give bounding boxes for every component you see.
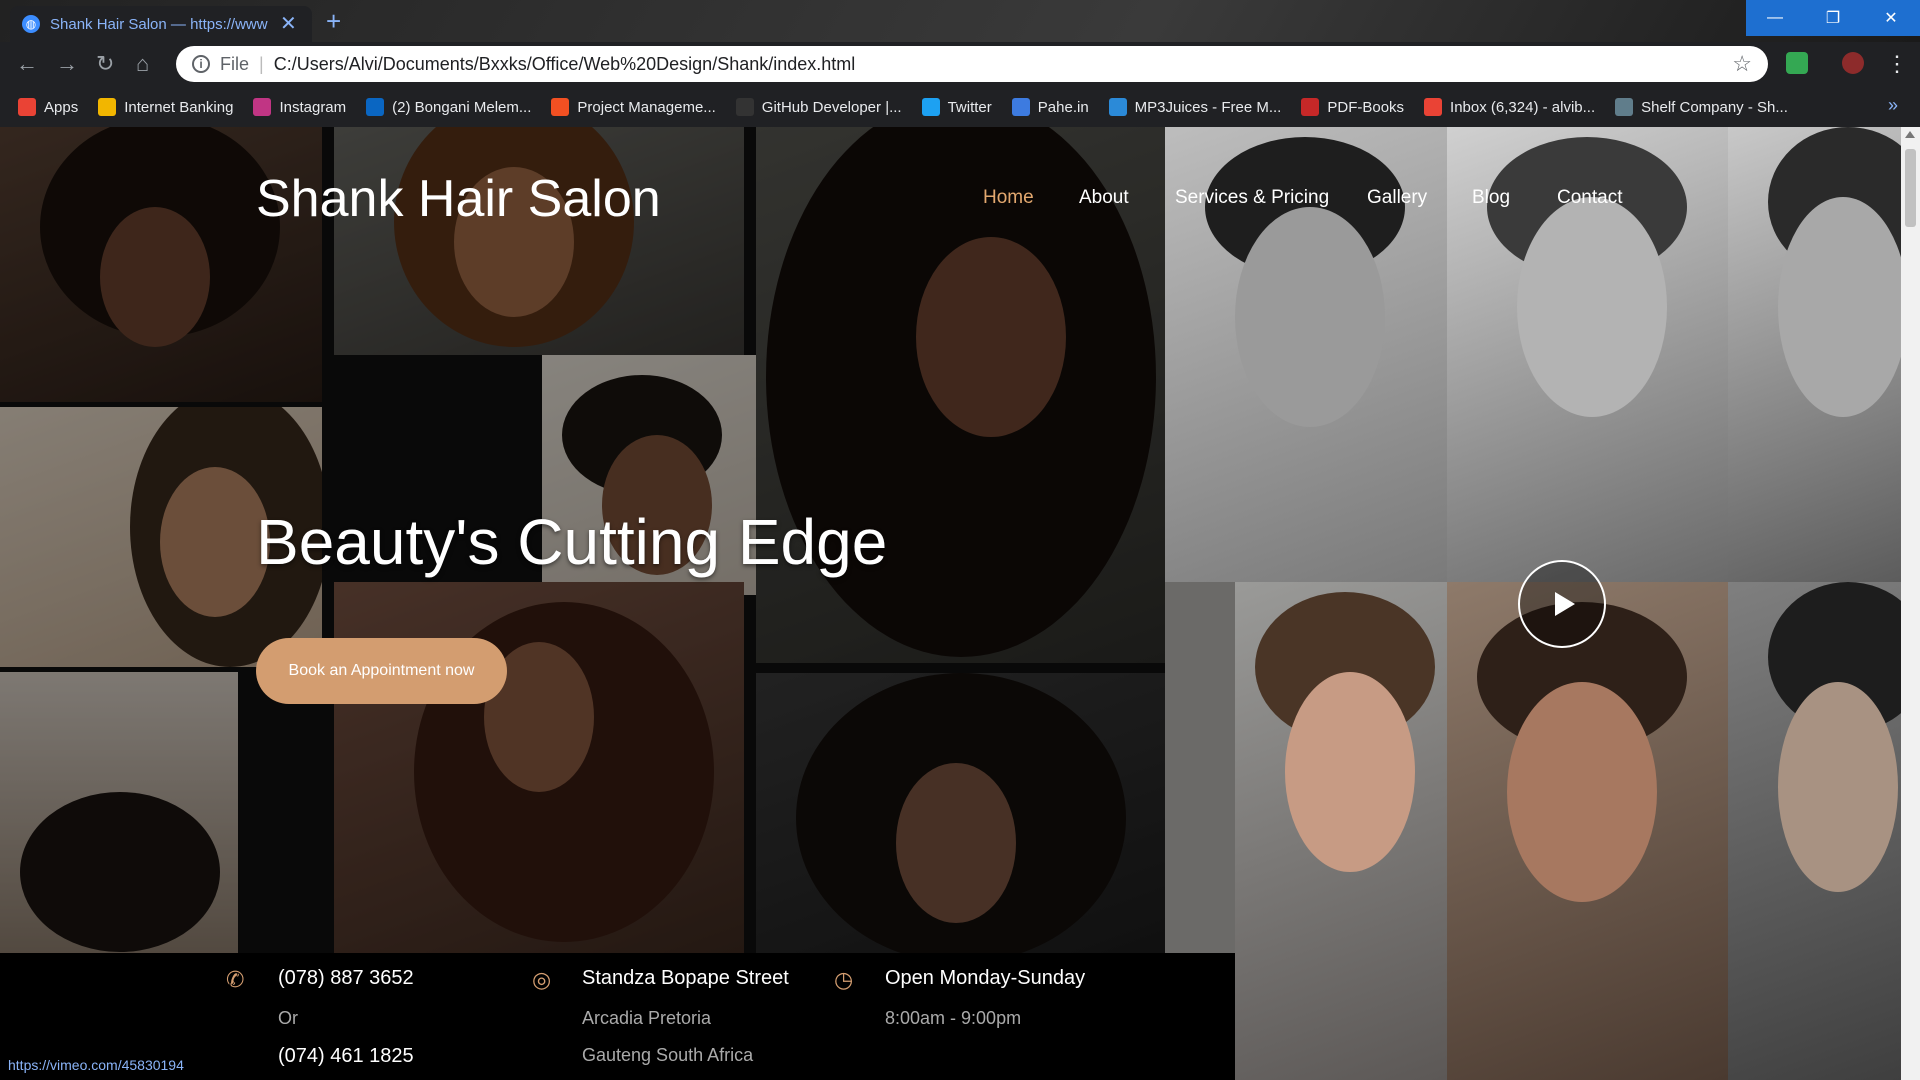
phone-number[interactable]: (078) 887 3652 (278, 967, 414, 990)
bookmark-label: Inbox (6,324) - alvib... (1450, 98, 1596, 116)
maximize-button[interactable]: ❐ (1804, 0, 1862, 36)
bookmark-item[interactable]: Shelf Company - Sh... (1615, 98, 1788, 116)
photo-man-6 (1235, 582, 1447, 1080)
twitter-icon (921, 98, 940, 116)
extension-check-icon[interactable] (1786, 52, 1808, 74)
hero-headline: Beauty's Cutting Edge (256, 506, 888, 578)
nav-item-about[interactable]: About (1079, 187, 1129, 209)
close-tab-icon[interactable]: ✕ (280, 14, 297, 34)
more-bookmarks-icon[interactable]: » (1888, 95, 1898, 116)
bookmark-label: Apps (44, 98, 79, 116)
instagram-icon (253, 98, 272, 116)
bookmark-label: MP3Juices - Free M... (1134, 98, 1282, 116)
gmail-icon (1424, 98, 1443, 116)
bookmark-label: Instagram (279, 98, 347, 116)
github-icon (735, 98, 754, 116)
apps-grid-icon (18, 98, 36, 116)
linkedin-icon (366, 98, 385, 116)
nav-item-home[interactable]: Home (983, 187, 1034, 209)
forward-arrow-icon[interactable]: → (56, 52, 78, 76)
bookmark-item[interactable]: Project Manageme... (551, 98, 716, 116)
photo-man-8 (1728, 582, 1901, 1080)
bookmark-label: Internet Banking (124, 98, 234, 116)
microsoft-icon (551, 98, 570, 116)
bookmark-star-icon[interactable]: ☆ (1732, 51, 1752, 77)
bookmark-item[interactable]: Twitter (921, 98, 992, 116)
phone-icon: ✆ (226, 967, 245, 992)
bank-icon (98, 98, 117, 116)
scheme-separator: | (259, 53, 264, 74)
browser-title-bar: ◍ Shank Hair Salon — https://www ✕ + — ❐… (0, 0, 1920, 42)
bookmark-label: GitHub Developer |... (761, 98, 902, 116)
hours-days: Open Monday-Sunday (885, 967, 1086, 989)
minimize-button[interactable]: — (1746, 0, 1804, 36)
status-bar-url: https://vimeo.com/45830194 (0, 1053, 192, 1080)
hours-time: 8:00am - 9:00pm (885, 1008, 1022, 1028)
address-region: Gauteng South Africa (582, 1045, 754, 1065)
menu-kebab-icon[interactable]: ⋮ (1886, 52, 1908, 76)
nav-item-services-pricing[interactable]: Services & Pricing (1175, 187, 1329, 209)
web-page: Shank Hair Salon Home About Services & Pri… (0, 127, 1920, 1080)
bookmark-item[interactable]: PDF-Books (1301, 98, 1404, 116)
play-video-button[interactable] (1518, 560, 1606, 648)
nav-item-blog[interactable]: Blog (1472, 187, 1510, 209)
bookmark-item[interactable]: MP3Juices - Free M... (1108, 98, 1282, 116)
bookmark-label: Shelf Company - Sh... (1641, 98, 1788, 116)
nav-item-contact[interactable]: Contact (1557, 187, 1622, 209)
photo-man-5 (1728, 127, 1901, 582)
nav-item-gallery[interactable]: Gallery (1367, 187, 1427, 209)
address-city: Arcadia Pretoria (582, 1008, 712, 1028)
scroll-up-icon[interactable] (1905, 131, 1915, 138)
clock-icon: ◷ (834, 967, 854, 992)
globe-icon: ◍ (22, 15, 40, 33)
bookmark-label: Twitter (947, 98, 992, 116)
address-bar[interactable]: i File | C:/Users/Alvi/Documents/Bxxks/O… (176, 46, 1768, 82)
bookmark-label: PDF-Books (1327, 98, 1405, 116)
photo-man-7 (1447, 582, 1728, 1080)
new-tab-button[interactable]: + (326, 6, 341, 36)
bookmark-item[interactable]: Instagram (253, 98, 346, 116)
pdf-icon (1301, 98, 1320, 116)
bookmark-label: Project Manageme... (577, 98, 716, 116)
shelf-icon (1615, 98, 1634, 116)
bookmark-item[interactable]: Internet Banking (98, 98, 233, 116)
profile-avatar-icon[interactable] (1842, 52, 1864, 74)
browser-tab[interactable]: ◍ Shank Hair Salon — https://www ✕ (10, 6, 312, 42)
photo-man-6-edge (1165, 582, 1235, 953)
bookmark-item[interactable]: Apps (18, 98, 78, 116)
bookmarks-bar: Apps Internet Banking Instagram (2) Bongani… (0, 87, 1920, 127)
url-text[interactable]: C:/Users/Alvi/Documents/Bxxks/Office/Web… (274, 54, 1723, 75)
browser-toolbar: ← → ↻ ⌂ i File | C:/Users/Alvi/Documents… (0, 42, 1920, 87)
home-icon[interactable]: ⌂ (136, 52, 149, 76)
bookmark-item[interactable]: Pahe.in (1011, 98, 1089, 116)
reload-icon[interactable]: ↻ (96, 52, 114, 76)
pahe-icon (1011, 98, 1030, 116)
bookmark-label: (2) Bongani Melem... (392, 98, 532, 116)
scroll-thumb[interactable] (1905, 149, 1916, 227)
scheme-label: File (220, 53, 250, 74)
bookmark-label: Pahe.in (1037, 98, 1089, 116)
phone-number-2[interactable]: (074) 461 1825 (278, 1045, 414, 1068)
page-scrollbar[interactable] (1901, 127, 1920, 1080)
phone-or: Or (278, 1008, 298, 1028)
bookmark-item[interactable]: (2) Bongani Melem... (366, 98, 531, 116)
location-icon: ◎ (532, 967, 552, 992)
download-icon (1108, 98, 1127, 116)
back-arrow-icon[interactable]: ← (16, 52, 38, 76)
bookmark-item[interactable]: GitHub Developer |... (735, 98, 902, 116)
bookmark-item[interactable]: Inbox (6,324) - alvib... (1424, 98, 1595, 116)
tab-title: Shank Hair Salon — https://www (50, 15, 268, 33)
address-street: Standza Bopape Street (582, 967, 789, 989)
play-icon (1555, 592, 1575, 616)
info-icon[interactable]: i (192, 55, 210, 73)
book-appointment-button[interactable]: Book an Appointment now (256, 638, 507, 704)
close-window-button[interactable]: ✕ (1862, 0, 1920, 36)
site-logo-text[interactable]: Shank Hair Salon (256, 169, 661, 229)
